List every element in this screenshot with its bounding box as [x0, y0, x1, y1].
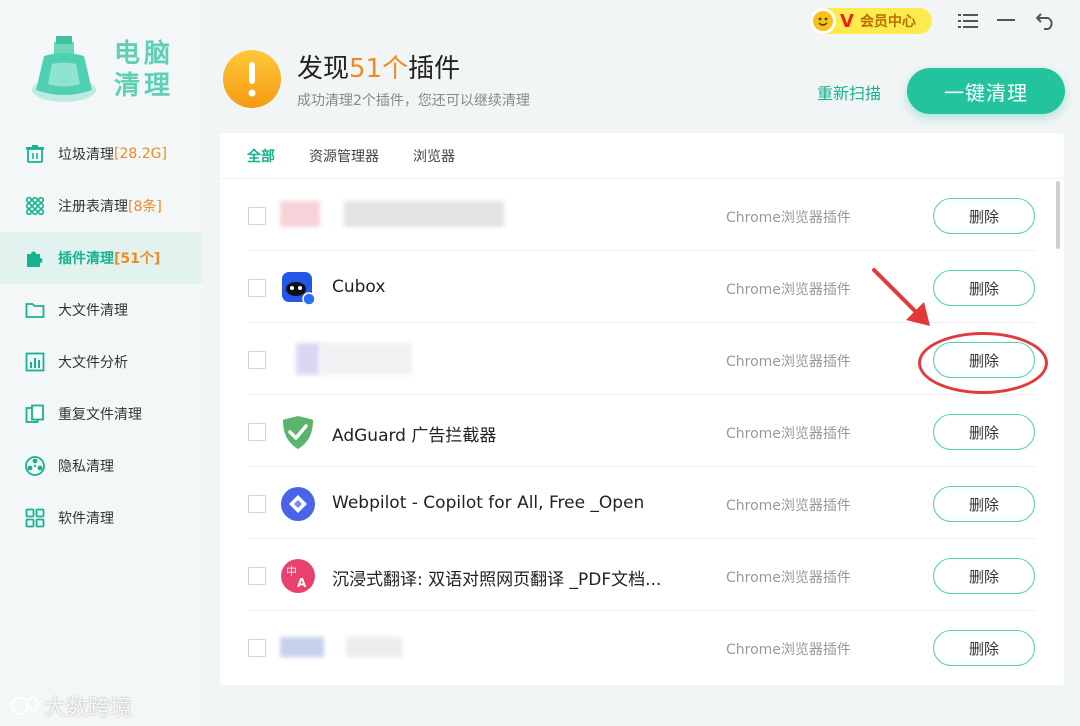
delete-button[interactable]: 删除 — [933, 270, 1035, 306]
vip-center-button[interactable]: V 会员中心 — [810, 8, 932, 34]
plugin-row: Chrome浏览器插件 删除 — [248, 611, 1036, 683]
plugin-type: Chrome浏览器插件 — [726, 498, 851, 514]
tab-bar: 全部 资源管理器 浏览器 — [220, 133, 1064, 179]
svg-text:A: A — [297, 576, 307, 590]
plugin-row: Cubox Chrome浏览器插件 删除 — [248, 251, 1036, 323]
webpilot-icon — [281, 487, 315, 521]
delete-button[interactable]: 删除 — [933, 342, 1035, 378]
chart-icon — [24, 351, 46, 373]
sidebar-item-software-clean[interactable]: 软件清理 — [0, 492, 202, 544]
sidebar-item-label: 隐私清理 — [58, 459, 114, 475]
sidebar-item-label: 软件清理 — [58, 511, 114, 527]
watermark-logo-icon — [11, 697, 39, 715]
delete-button[interactable]: 删除 — [933, 486, 1035, 522]
minimize-icon[interactable] — [994, 10, 1018, 32]
plugin-row: 中 A 沉浸式翻译: 双语对照网页翻译 _PDF文档... Chrome浏览器插… — [248, 539, 1036, 611]
sidebar-item-duplicate-clean[interactable]: 重复文件清理 — [0, 388, 202, 440]
sidebar-item-label: 重复文件清理 — [58, 407, 142, 423]
rescan-link[interactable]: 重新扫描 — [817, 80, 881, 104]
plugin-name: Cubox — [332, 277, 386, 297]
plugin-row: Chrome浏览器插件 删除 — [248, 323, 1036, 395]
trash-icon — [24, 143, 46, 165]
sidebar-nav: 垃圾清理 [28.2G] 注册表清理 [8条] 插件清理 [51个] 大文件清理 大文… — [0, 128, 202, 544]
plugin-type: Chrome浏览器插件 — [726, 426, 851, 442]
back-icon[interactable] — [1034, 10, 1058, 32]
tab-all[interactable]: 全部 — [247, 146, 275, 166]
sidebar-item-count: [8条] — [128, 199, 162, 215]
plugin-row: AdGuard 广告拦截器 Chrome浏览器插件 删除 — [248, 395, 1036, 467]
delete-button[interactable]: 删除 — [933, 198, 1035, 234]
row-checkbox[interactable] — [248, 495, 266, 513]
tab-browser[interactable]: 浏览器 — [413, 146, 455, 166]
row-checkbox[interactable] — [248, 351, 266, 369]
plugin-type: Chrome浏览器插件 — [726, 282, 851, 298]
sidebar-item-label: 插件清理 — [58, 251, 114, 267]
apps-icon — [24, 507, 46, 529]
plugin-name: AdGuard 广告拦截器 — [332, 426, 497, 446]
vip-badge: V — [840, 10, 854, 32]
blurred-name — [320, 343, 412, 375]
delete-button[interactable]: 删除 — [933, 558, 1035, 594]
row-checkbox[interactable] — [248, 279, 266, 297]
plugin-panel: 全部 资源管理器 浏览器 Chrome浏览器插件 删除 Cubox Chrome… — [220, 133, 1064, 685]
plugin-type: Chrome浏览器插件 — [726, 570, 851, 586]
privacy-icon — [24, 455, 46, 477]
sidebar: 电脑 清理 垃圾清理[28.2G] 注册表清理[8条] 插件清理[51个] — [0, 0, 202, 726]
plugin-row: Chrome浏览器插件 删除 — [248, 179, 1036, 251]
plugin-count: 51个 — [349, 54, 409, 84]
plugin-name: Webpilot - Copilot for All, Free _Open — [332, 493, 645, 513]
sidebar-item-label: 注册表清理 — [58, 199, 128, 215]
page-subtitle: 成功清理2个插件，您还可以继续清理 — [297, 93, 530, 109]
blurred-icon — [280, 201, 320, 227]
sidebar-item-large-file-analysis[interactable]: 大文件分析 — [0, 336, 202, 388]
menu-icon[interactable] — [956, 10, 980, 32]
row-checkbox[interactable] — [248, 567, 266, 585]
plugin-row: Webpilot - Copilot for All, Free _Open C… — [248, 467, 1036, 539]
sidebar-item-large-file-clean[interactable]: 大文件清理 — [0, 284, 202, 336]
blurred-icon — [280, 637, 324, 657]
sidebar-item-registry-clean[interactable]: 注册表清理 [8条] — [0, 180, 202, 232]
row-checkbox[interactable] — [248, 423, 266, 441]
cubox-icon — [282, 272, 316, 306]
sidebar-item-label: 大文件分析 — [58, 355, 128, 371]
one-click-clean-button[interactable]: 一键清理 — [907, 68, 1065, 114]
sidebar-item-count: [28.2G] — [114, 146, 167, 162]
folder-icon — [24, 299, 46, 321]
blurred-name — [344, 201, 504, 227]
logo-text: 电脑 清理 — [114, 39, 175, 101]
plugin-type: Chrome浏览器插件 — [726, 354, 851, 370]
broom-logo-icon — [32, 36, 96, 102]
watermark: 大数跨境 — [10, 690, 132, 722]
row-checkbox[interactable] — [248, 639, 266, 657]
duplicate-icon — [24, 403, 46, 425]
warning-icon — [223, 50, 281, 108]
app-logo: 电脑 清理 — [30, 30, 200, 110]
sidebar-item-count: [51个] — [114, 251, 161, 267]
plugin-name: 沉浸式翻译: 双语对照网页翻译 _PDF文档... — [332, 570, 662, 590]
scrollbar-thumb[interactable] — [1056, 181, 1060, 249]
blurred-name — [346, 637, 402, 657]
delete-button[interactable]: 删除 — [933, 414, 1035, 450]
blurred-icon — [296, 343, 320, 375]
registry-grid-icon — [24, 195, 46, 217]
immersive-translate-icon: 中 A — [281, 559, 315, 593]
row-checkbox[interactable] — [248, 207, 266, 225]
svg-text:中: 中 — [286, 565, 297, 578]
sidebar-item-label: 大文件清理 — [58, 303, 128, 319]
plugin-type: Chrome浏览器插件 — [726, 642, 851, 658]
sidebar-item-privacy-clean[interactable]: 隐私清理 — [0, 440, 202, 492]
vip-avatar-icon — [810, 8, 836, 34]
vip-label: 会员中心 — [859, 14, 916, 30]
page-title: 发现51个插件 — [297, 54, 461, 84]
sidebar-item-label: 垃圾清理 — [58, 147, 114, 163]
adguard-shield-icon — [283, 416, 313, 449]
sidebar-item-plugin-clean[interactable]: 插件清理 [51个] — [0, 232, 202, 284]
sidebar-item-junk-clean[interactable]: 垃圾清理 [28.2G] — [0, 128, 202, 180]
tab-explorer[interactable]: 资源管理器 — [309, 146, 379, 166]
puzzle-icon — [24, 247, 46, 269]
plugin-type: Chrome浏览器插件 — [726, 210, 851, 226]
delete-button[interactable]: 删除 — [933, 630, 1035, 666]
